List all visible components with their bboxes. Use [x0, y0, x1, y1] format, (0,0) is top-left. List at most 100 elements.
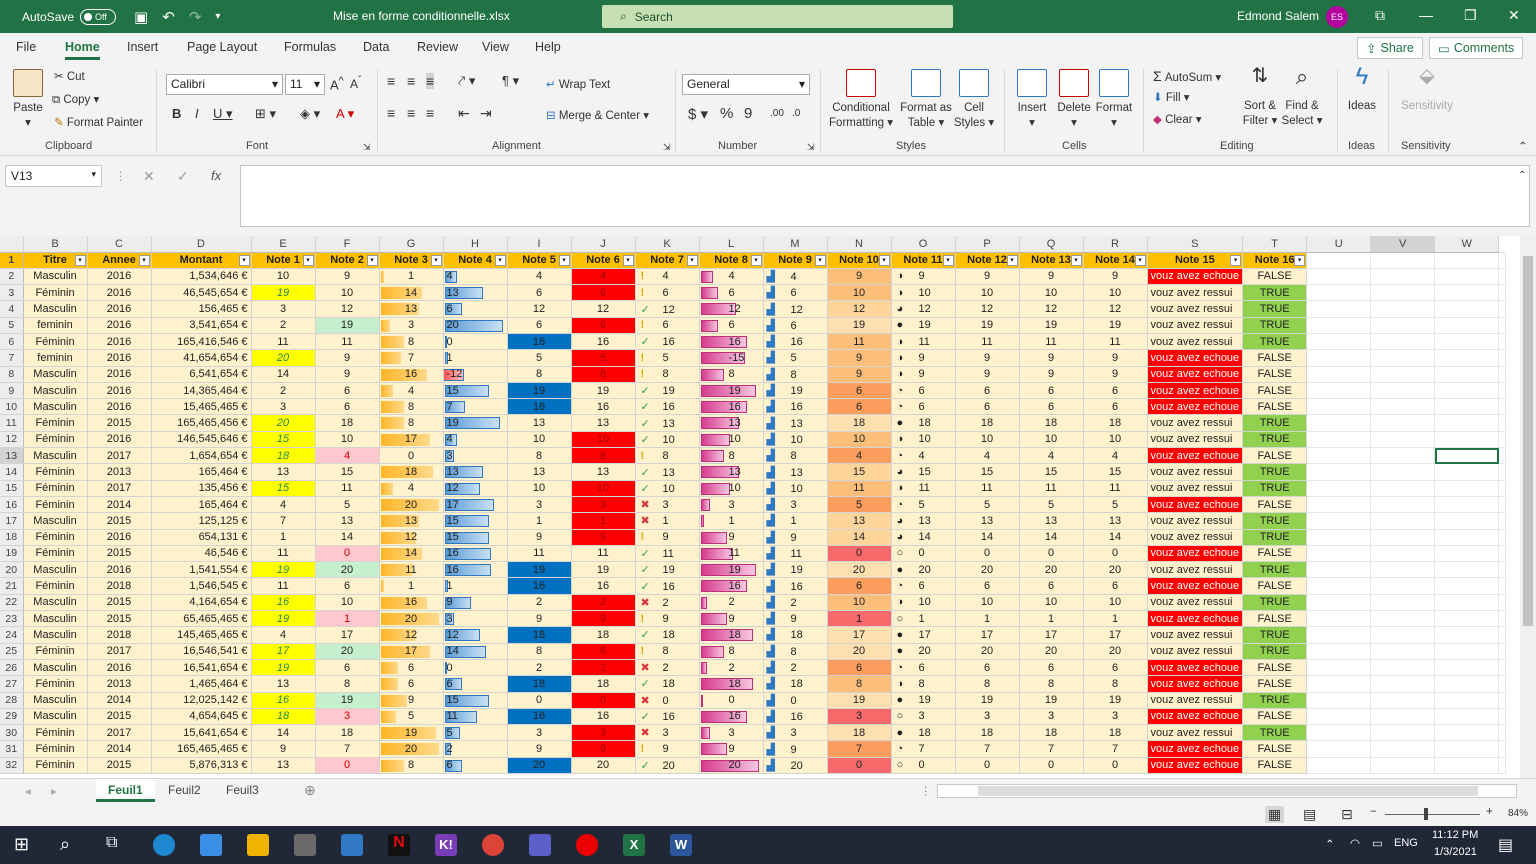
- data-cell[interactable]: vouz avez ressui: [1147, 300, 1244, 318]
- zoom-out-icon[interactable]: −: [1370, 806, 1377, 818]
- column-header[interactable]: N: [827, 236, 892, 253]
- empty-cell[interactable]: [1498, 642, 1507, 660]
- filter-dropdown-icon[interactable]: ▾: [302, 254, 314, 266]
- data-cell[interactable]: FALSE: [1242, 496, 1308, 514]
- data-cell[interactable]: 13: [379, 300, 444, 318]
- data-cell[interactable]: 6: [507, 284, 572, 302]
- empty-cell[interactable]: [1434, 479, 1500, 497]
- fill-button[interactable]: ⬇ Fill ▾: [1153, 90, 1190, 104]
- data-cell[interactable]: 6: [827, 659, 892, 677]
- data-cell[interactable]: 15: [1019, 463, 1084, 481]
- data-cell[interactable]: 18: [1083, 414, 1148, 432]
- data-cell[interactable]: 11: [1083, 480, 1148, 497]
- empty-cell[interactable]: [1370, 626, 1436, 644]
- undo-icon[interactable]: ↶: [162, 8, 175, 26]
- data-cell[interactable]: ! 6: [635, 284, 700, 302]
- data-cell[interactable]: 2: [699, 594, 764, 612]
- data-cell[interactable]: 6: [827, 577, 892, 595]
- row-header[interactable]: 2: [0, 268, 24, 286]
- data-cell[interactable]: TRUE: [1242, 463, 1308, 481]
- data-cell[interactable]: 1: [1019, 610, 1084, 628]
- data-cell[interactable]: 4: [827, 447, 892, 465]
- row-header[interactable]: 4: [0, 300, 24, 318]
- tab-insert[interactable]: Insert: [127, 40, 158, 54]
- data-cell[interactable]: TRUE: [1242, 561, 1308, 579]
- data-cell[interactable]: 12: [699, 300, 764, 318]
- empty-cell[interactable]: [1306, 658, 1372, 677]
- data-cell[interactable]: 8: [571, 366, 636, 383]
- conditional-formatting-button[interactable]: Conditional Formatting ▾: [826, 69, 896, 131]
- data-cell[interactable]: Masculin: [23, 626, 88, 644]
- data-cell[interactable]: 17: [827, 626, 892, 644]
- row-header[interactable]: 24: [0, 626, 24, 644]
- data-cell[interactable]: vouz avez echoue: [1147, 659, 1244, 677]
- data-cell[interactable]: ▟ 9: [763, 529, 828, 546]
- data-cell[interactable]: 10: [315, 431, 380, 449]
- close-icon[interactable]: ✕: [1508, 7, 1520, 24]
- format-as-table-button[interactable]: Format as Table ▾: [898, 69, 954, 131]
- empty-cell[interactable]: [1306, 675, 1372, 693]
- find-select-button[interactable]: ⌕ Find & Select ▾: [1280, 66, 1324, 129]
- data-cell[interactable]: 2016: [87, 366, 152, 383]
- empty-cell[interactable]: [1498, 479, 1507, 497]
- data-cell[interactable]: ◔ 6: [891, 577, 956, 595]
- data-cell[interactable]: 9: [699, 740, 764, 758]
- data-cell[interactable]: vouz avez echoue: [1147, 757, 1244, 775]
- empty-cell[interactable]: [1498, 756, 1507, 775]
- delete-cells-button[interactable]: Delete ▾: [1054, 69, 1094, 131]
- data-cell[interactable]: 17: [379, 431, 444, 449]
- data-cell[interactable]: 14: [251, 366, 316, 383]
- data-cell[interactable]: 2: [507, 594, 572, 612]
- data-cell[interactable]: 20: [315, 643, 380, 660]
- data-cell[interactable]: TRUE: [1242, 626, 1308, 644]
- vertical-scroll-thumb[interactable]: [1523, 256, 1533, 626]
- column-header[interactable]: D: [151, 236, 252, 253]
- empty-cell[interactable]: [1306, 740, 1372, 758]
- data-cell[interactable]: vouz avez ressui: [1147, 626, 1244, 644]
- data-cell[interactable]: 6: [379, 659, 444, 677]
- data-cell[interactable]: 6: [699, 317, 764, 334]
- empty-cell[interactable]: [1434, 675, 1500, 693]
- row-header[interactable]: 16: [0, 496, 24, 514]
- header-cell[interactable]: Note 10 ▾: [827, 252, 892, 269]
- data-cell[interactable]: ◕ 15: [891, 463, 956, 481]
- tab-data[interactable]: Data: [363, 40, 389, 54]
- data-cell[interactable]: 0: [443, 333, 508, 351]
- empty-cell[interactable]: [1498, 430, 1507, 449]
- data-cell[interactable]: ✓ 19: [635, 382, 700, 400]
- data-cell[interactable]: 11: [955, 333, 1020, 351]
- data-cell[interactable]: ✓ 20: [635, 757, 700, 775]
- font-shrink-icon[interactable]: Aˇ: [350, 75, 361, 91]
- notifications-icon[interactable]: ▤: [1498, 835, 1513, 855]
- data-cell[interactable]: 17: [251, 643, 316, 660]
- data-cell[interactable]: ✓ 13: [635, 414, 700, 432]
- data-cell[interactable]: ◑ 11: [891, 333, 956, 351]
- data-cell[interactable]: 20: [507, 757, 572, 775]
- row-header[interactable]: 31: [0, 740, 24, 758]
- data-cell[interactable]: 17: [1019, 626, 1084, 644]
- tab-file[interactable]: File: [16, 40, 36, 54]
- data-cell[interactable]: 6: [571, 284, 636, 302]
- data-cell[interactable]: 20: [571, 757, 636, 775]
- data-cell[interactable]: ▟ 4: [763, 268, 828, 286]
- empty-cell[interactable]: [1498, 512, 1507, 530]
- data-cell[interactable]: ◑ 9: [891, 349, 956, 367]
- data-cell[interactable]: 2016: [87, 398, 152, 416]
- clear-button[interactable]: ◆ Clear ▾: [1153, 112, 1202, 126]
- data-cell[interactable]: 6: [1083, 659, 1148, 677]
- data-cell[interactable]: 12: [379, 626, 444, 644]
- empty-cell[interactable]: [1498, 300, 1507, 318]
- data-cell[interactable]: Féminin: [23, 529, 88, 546]
- share-button[interactable]: ⇪ Share: [1357, 37, 1423, 59]
- data-cell[interactable]: 2016: [87, 431, 152, 449]
- empty-cell[interactable]: [1434, 267, 1500, 286]
- empty-cell[interactable]: [1370, 610, 1436, 628]
- data-cell[interactable]: 13: [507, 414, 572, 432]
- empty-cell[interactable]: [1434, 658, 1500, 677]
- data-cell[interactable]: 10: [699, 480, 764, 497]
- data-cell[interactable]: 2014: [87, 692, 152, 709]
- paste-button[interactable]: Paste ▾: [10, 69, 46, 131]
- data-cell[interactable]: 1,546,545 €: [151, 577, 252, 595]
- empty-cell[interactable]: [1434, 724, 1500, 742]
- data-cell[interactable]: 6: [1019, 577, 1084, 595]
